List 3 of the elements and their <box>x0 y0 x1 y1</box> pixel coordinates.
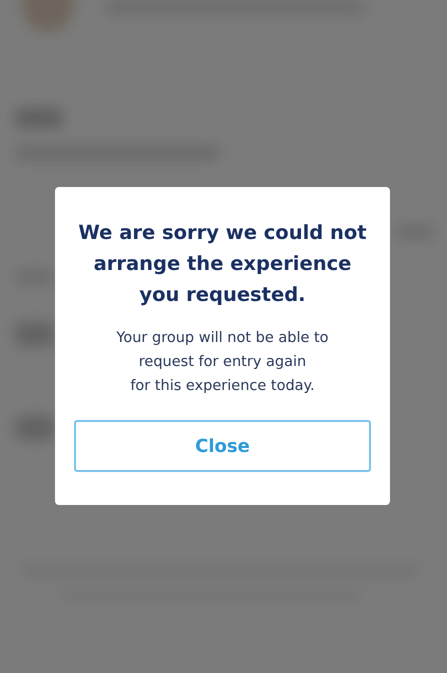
dialog-message: Your group will not be able to request for entry again for this experience today. <box>116 329 329 396</box>
close-button[interactable]: Close <box>74 420 371 472</box>
dialog-title: We are sorry we could not arrange the experience you requested. <box>78 220 367 308</box>
